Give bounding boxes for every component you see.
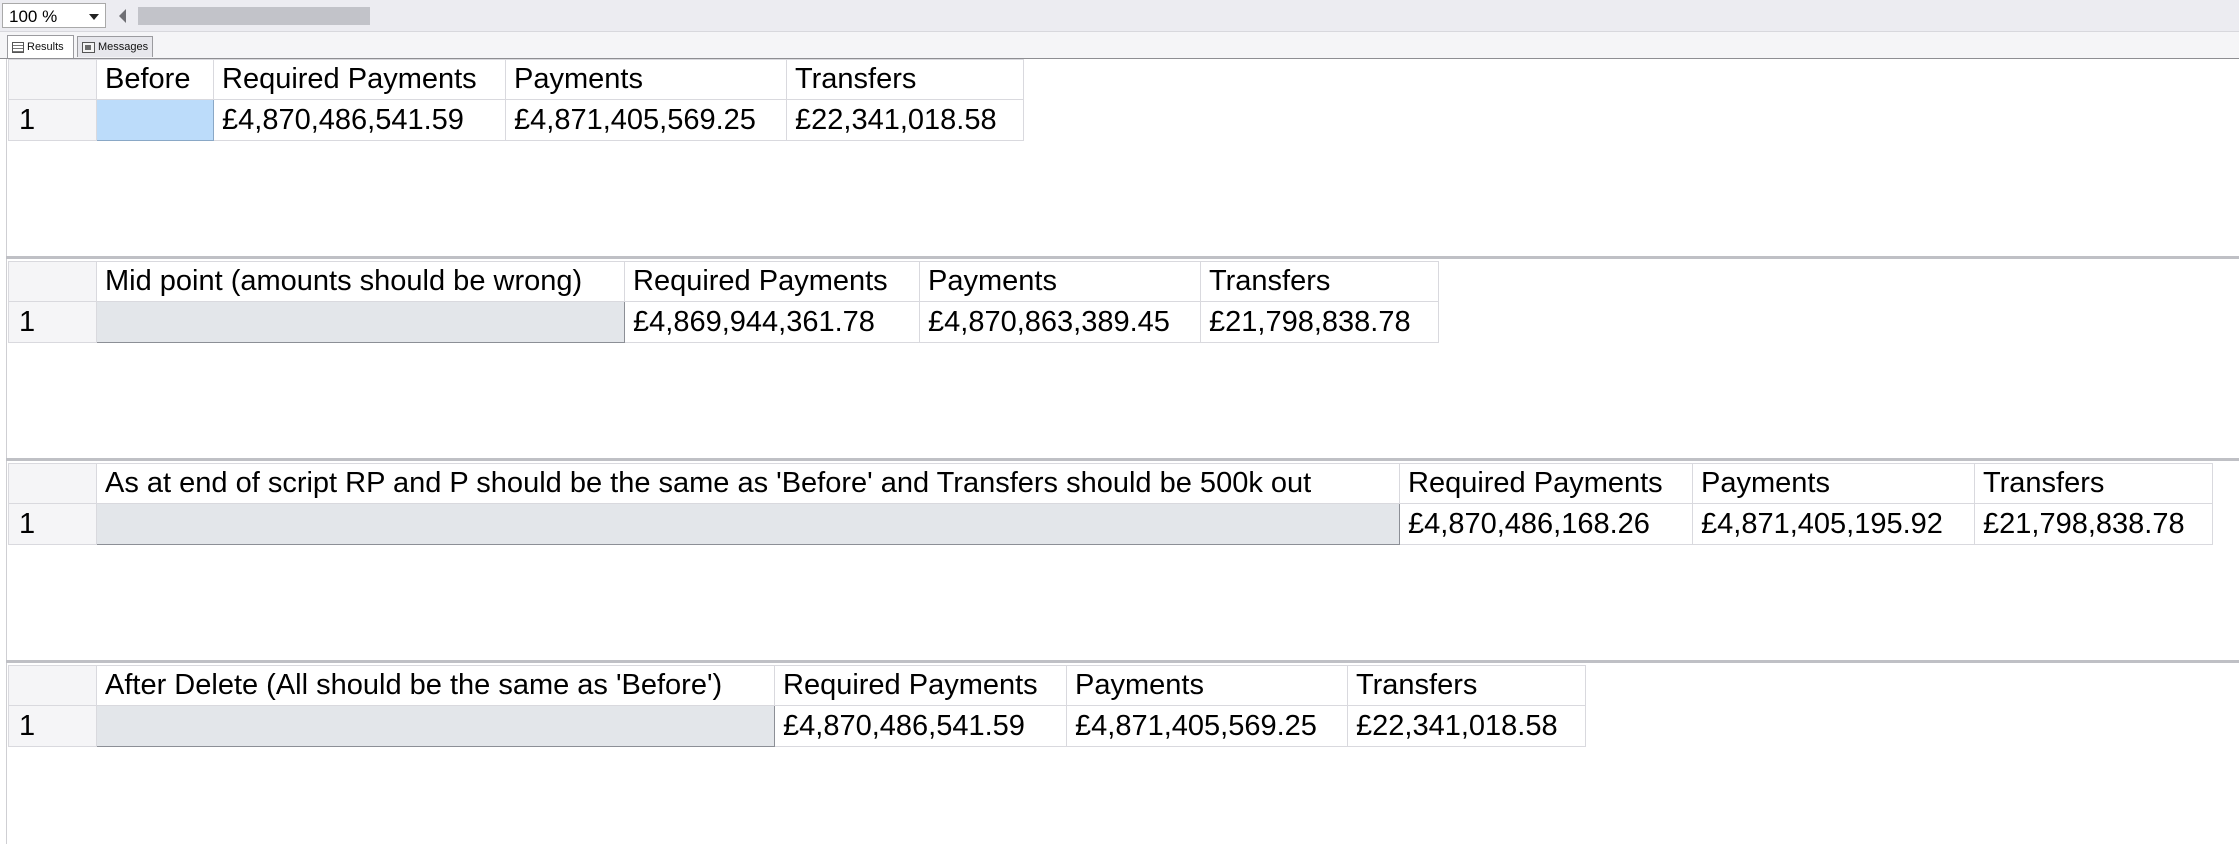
grid-corner[interactable] xyxy=(8,261,97,302)
table-cell[interactable]: £4,871,405,569.25 xyxy=(1066,705,1348,747)
column-header[interactable]: Payments xyxy=(1066,665,1348,706)
header-row: As at end of script RP and P should be t… xyxy=(8,463,2213,504)
result-grid-2: Mid point (amounts should be wrong) Requ… xyxy=(8,261,1439,343)
tab-messages[interactable]: Messages xyxy=(77,36,153,57)
result-set-divider[interactable] xyxy=(6,660,2239,663)
selected-cell[interactable] xyxy=(96,99,214,141)
results-pane: Before Required Payments Payments Transf… xyxy=(0,59,2239,844)
table-row: 1 £4,870,486,541.59 £4,871,405,569.25 £2… xyxy=(8,99,1024,141)
table-cell[interactable]: £4,870,863,389.45 xyxy=(919,301,1201,343)
column-header[interactable]: As at end of script RP and P should be t… xyxy=(96,463,1400,504)
horizontal-scrollbar-thumb[interactable] xyxy=(138,7,370,25)
result-set-divider[interactable] xyxy=(6,256,2239,259)
result-grid-1: Before Required Payments Payments Transf… xyxy=(8,59,1024,141)
column-header[interactable]: Payments xyxy=(1692,463,1975,504)
zoom-dropdown[interactable]: 100 % xyxy=(2,3,106,28)
column-header[interactable]: Required Payments xyxy=(213,59,506,100)
grid-corner[interactable] xyxy=(8,59,97,100)
grid-corner[interactable] xyxy=(8,463,97,504)
table-cell[interactable]: £22,341,018.58 xyxy=(1347,705,1586,747)
row-number[interactable]: 1 xyxy=(8,705,97,747)
results-left-border xyxy=(6,59,7,844)
table-cell[interactable]: £21,798,838.78 xyxy=(1200,301,1439,343)
results-toolbar: 100 % xyxy=(0,0,2239,32)
table-cell[interactable]: £4,871,405,195.92 xyxy=(1692,503,1975,545)
tab-results-label: Results xyxy=(27,41,64,53)
header-row: After Delete (All should be the same as … xyxy=(8,665,1586,706)
column-header[interactable]: Transfers xyxy=(1347,665,1586,706)
table-cell[interactable]: £22,341,018.58 xyxy=(786,99,1024,141)
zoom-value: 100 % xyxy=(9,7,58,26)
table-row: 1 £4,869,944,361.78 £4,870,863,389.45 £2… xyxy=(8,301,1439,343)
result-grid-4: After Delete (All should be the same as … xyxy=(8,665,1586,747)
header-row: Mid point (amounts should be wrong) Requ… xyxy=(8,261,1439,302)
table-cell[interactable]: £4,869,944,361.78 xyxy=(624,301,920,343)
header-row: Before Required Payments Payments Transf… xyxy=(8,59,1024,100)
column-header[interactable]: Payments xyxy=(505,59,787,100)
table-cell[interactable]: £4,870,486,541.59 xyxy=(774,705,1067,747)
result-tabs: Results Messages xyxy=(0,32,2239,59)
chevron-down-icon[interactable] xyxy=(89,14,99,20)
grid-icon xyxy=(12,41,24,53)
table-cell[interactable]: £4,871,405,569.25 xyxy=(505,99,787,141)
column-header[interactable]: Required Payments xyxy=(1399,463,1693,504)
scroll-left-icon[interactable] xyxy=(119,9,126,23)
table-cell[interactable] xyxy=(96,503,1400,545)
column-header[interactable]: Transfers xyxy=(786,59,1024,100)
messages-icon xyxy=(82,41,95,53)
result-set-divider[interactable] xyxy=(6,458,2239,461)
column-header[interactable]: Mid point (amounts should be wrong) xyxy=(96,261,625,302)
grid-corner[interactable] xyxy=(8,665,97,706)
column-header[interactable]: Transfers xyxy=(1200,261,1439,302)
table-cell[interactable] xyxy=(96,301,625,343)
row-number[interactable]: 1 xyxy=(8,99,97,141)
tab-messages-label: Messages xyxy=(98,41,149,53)
column-header[interactable]: Payments xyxy=(919,261,1201,302)
table-cell[interactable]: £4,870,486,168.26 xyxy=(1399,503,1693,545)
table-row: 1 £4,870,486,541.59 £4,871,405,569.25 £2… xyxy=(8,705,1586,747)
column-header[interactable]: After Delete (All should be the same as … xyxy=(96,665,775,706)
table-cell[interactable]: £4,870,486,541.59 xyxy=(213,99,506,141)
column-header[interactable]: Before xyxy=(96,59,214,100)
table-row: 1 £4,870,486,168.26 £4,871,405,195.92 £2… xyxy=(8,503,2213,545)
row-number[interactable]: 1 xyxy=(8,301,97,343)
tab-results[interactable]: Results xyxy=(7,35,74,58)
column-header[interactable]: Required Payments xyxy=(774,665,1067,706)
table-cell[interactable]: £21,798,838.78 xyxy=(1974,503,2213,545)
result-grid-3: As at end of script RP and P should be t… xyxy=(8,463,2213,545)
table-cell[interactable] xyxy=(96,705,775,747)
column-header[interactable]: Transfers xyxy=(1974,463,2213,504)
column-header[interactable]: Required Payments xyxy=(624,261,920,302)
row-number[interactable]: 1 xyxy=(8,503,97,545)
